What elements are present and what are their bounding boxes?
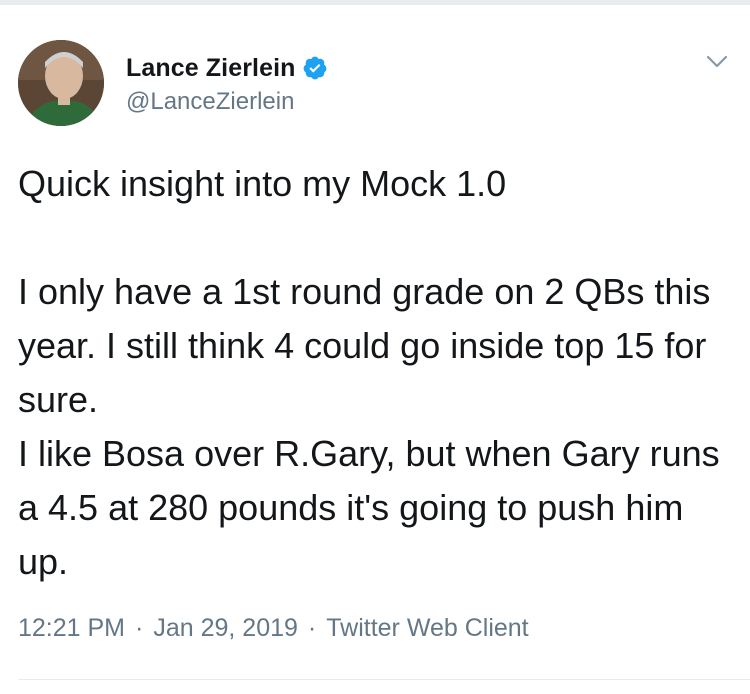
tweet-metadata: 12:21 PM · Jan 29, 2019 · Twitter Web Cl… [18, 614, 529, 643]
tweet-text: Quick insight into my Mock 1.0 I only ha… [18, 163, 720, 582]
display-name[interactable]: Lance Zierlein [126, 54, 296, 83]
tweet-date[interactable]: Jan 29, 2019 [153, 614, 298, 643]
tweet-time[interactable]: 12:21 PM [18, 614, 125, 643]
bottom-divider [18, 679, 750, 680]
tweet-source[interactable]: Twitter Web Client [326, 614, 528, 643]
top-divider [0, 0, 750, 5]
avatar[interactable] [18, 40, 104, 126]
meta-separator: · [307, 614, 317, 642]
chevron-down-icon[interactable] [706, 55, 728, 69]
verified-badge-icon [302, 55, 328, 81]
user-handle[interactable]: @LanceZierlein [126, 88, 328, 116]
tweet-author: Lance Zierlein @LanceZierlein [126, 52, 328, 116]
meta-separator: · [135, 614, 144, 642]
